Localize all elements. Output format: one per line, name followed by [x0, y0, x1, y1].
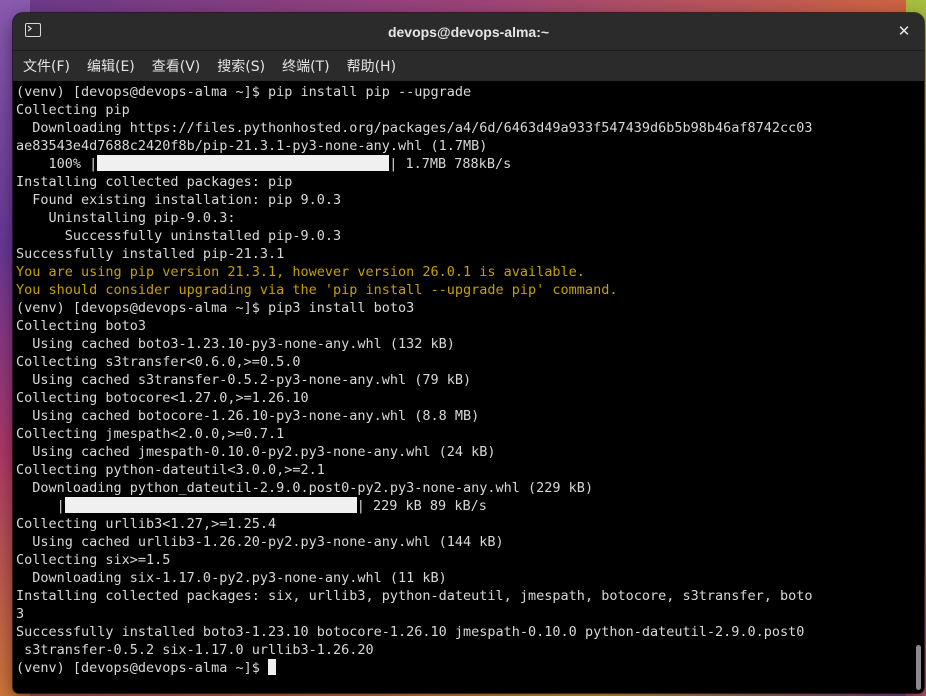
- menu-file[interactable]: 文件(F): [17, 56, 76, 76]
- output-line: Using cached jmespath-0.10.0-py2.py3-non…: [16, 444, 496, 460]
- progress-prefix: 100% |: [16, 156, 98, 172]
- window-title: devops@devops-alma:~: [387, 23, 550, 40]
- output-line: Collecting pip: [16, 102, 130, 118]
- menu-view[interactable]: 查看(V): [146, 56, 207, 76]
- progress-bar: [64, 497, 357, 513]
- output-line: Using cached urllib3-1.26.20-py2.py3-non…: [16, 534, 504, 550]
- progress-prefix: |: [16, 498, 65, 514]
- progress-line-dateutil: | | 229 kB 89 kB/s: [13, 497, 924, 515]
- output-line: Downloading python_dateutil-2.9.0.post0-…: [16, 480, 594, 496]
- output-line: s3transfer-0.5.2 six-1.17.0 urllib3-1.26…: [16, 642, 374, 658]
- output-line: Collecting jmespath<2.0.0,>=0.7.1: [16, 426, 285, 442]
- output-line: 3: [16, 606, 25, 622]
- output-line: Collecting s3transfer<0.6.0,>=0.5.0: [16, 354, 301, 370]
- output-line: ae83543e4d7688c2420f8b/pip-21.3.1-py3-no…: [16, 138, 488, 154]
- title-bar[interactable]: devops@devops-alma:~ ✕: [13, 13, 924, 51]
- output-line: Found existing installation: pip 9.0.3: [16, 192, 342, 208]
- output-line: Collecting python-dateutil<3.0.0,>=2.1: [16, 462, 325, 478]
- terminal-icon[interactable]: [25, 23, 41, 37]
- output-line: Installing collected packages: six, urll…: [16, 588, 813, 604]
- progress-bar: [97, 155, 390, 171]
- text-cursor: [267, 659, 276, 675]
- close-icon[interactable]: ✕: [894, 21, 914, 41]
- output-line: Using cached boto3-1.23.10-py3-none-any.…: [16, 336, 455, 352]
- output-line: Downloading six-1.17.0-py2.py3-none-any.…: [16, 570, 447, 586]
- output-line: Successfully installed boto3-1.23.10 bot…: [16, 624, 805, 640]
- output-line: Collecting botocore<1.27.0,>=1.26.10: [16, 390, 309, 406]
- output-line: Successfully uninstalled pip-9.0.3: [16, 228, 342, 244]
- output-line: Uninstalling pip-9.0.3:: [16, 210, 236, 226]
- warning-line: You are using pip version 21.3.1, howeve…: [16, 264, 585, 280]
- menu-edit[interactable]: 编辑(E): [81, 56, 141, 76]
- output-line: Downloading https://files.pythonhosted.o…: [16, 120, 813, 136]
- terminal-window: devops@devops-alma:~ ✕ 文件(F) 编辑(E) 查看(V)…: [13, 13, 924, 693]
- menu-search[interactable]: 搜索(S): [211, 56, 271, 76]
- prompt-line[interactable]: (venv) [devops@devops-alma ~]$: [13, 659, 924, 677]
- output-line: Collecting urllib3<1.27,>=1.25.4: [16, 516, 277, 532]
- output-line: Using cached s3transfer-0.5.2-py3-none-a…: [16, 372, 472, 388]
- output-line: Successfully installed pip-21.3.1: [16, 246, 285, 262]
- output-line: Installing collected packages: pip: [16, 174, 293, 190]
- warning-line: You should consider upgrading via the 'p…: [16, 282, 618, 298]
- output-line: Collecting six>=1.5: [16, 552, 171, 568]
- progress-line-pip: 100% | | 1.7MB 788kB/s: [13, 155, 924, 173]
- output-line: (venv) [devops@devops-alma ~]$ pip insta…: [16, 84, 472, 100]
- terminal-output[interactable]: (venv) [devops@devops-alma ~]$ pip insta…: [13, 81, 924, 693]
- menu-help[interactable]: 帮助(H): [341, 56, 402, 76]
- scrollbar[interactable]: [916, 645, 921, 690]
- menu-terminal[interactable]: 终端(T): [276, 56, 335, 76]
- progress-suffix: | 1.7MB 788kB/s: [389, 156, 512, 172]
- shell-prompt: (venv) [devops@devops-alma ~]$: [16, 660, 268, 676]
- output-line: Using cached botocore-1.26.10-py3-none-a…: [16, 408, 480, 424]
- menu-bar: 文件(F) 编辑(E) 查看(V) 搜索(S) 终端(T) 帮助(H): [13, 51, 924, 81]
- output-line: (venv) [devops@devops-alma ~]$ pip3 inst…: [16, 300, 415, 316]
- progress-suffix: | 229 kB 89 kB/s: [356, 498, 487, 514]
- output-line: Collecting boto3: [16, 318, 147, 334]
